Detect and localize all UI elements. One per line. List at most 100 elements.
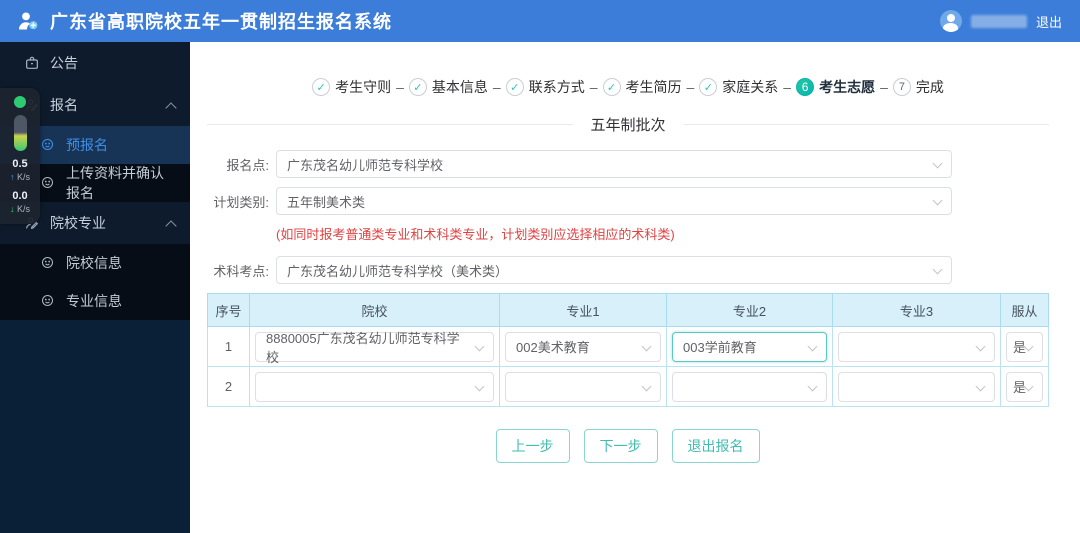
speed-gauge-icon	[13, 115, 27, 151]
network-monitor-overlay: 0.5 ↑ K/s 0.0 ↓ K/s	[0, 88, 40, 224]
chevron-down-icon	[476, 387, 484, 395]
chevron-down-icon	[476, 347, 484, 355]
plan-category-note: (如同时报考普通类专业和术科类专业，计划类别应选择相应的术科类)	[276, 227, 675, 242]
sidebar-item-label: 报名	[50, 97, 78, 113]
col-header-major3: 专业3	[832, 293, 1001, 327]
row-index: 1	[207, 326, 250, 367]
col-header-college: 院校	[249, 293, 500, 327]
college-select-row2[interactable]	[255, 371, 494, 402]
up-arrow-icon: ↑	[9, 171, 15, 182]
form-row-registration-point: 报名点: 广东茂名幼儿师范专科学校	[207, 150, 1049, 178]
check-icon: ✓	[408, 78, 427, 96]
chevron-down-icon	[809, 387, 817, 395]
step-number: 6	[796, 78, 815, 96]
major2-select-row2[interactable]	[672, 371, 827, 402]
next-step-button[interactable]: 下一步	[583, 429, 658, 463]
chevron-down-icon	[934, 201, 942, 209]
field-label: 报名点:	[226, 157, 269, 173]
step-indicator: ✓ 考生守则 – ✓ 基本信息 – ✓ 联系方式 – ✓ 考生简历 – ✓ 家庭…	[207, 77, 1049, 97]
prev-step-button[interactable]: 上一步	[495, 429, 570, 463]
preference-table: 序号 院校 专业1 专业2 专业3 服从 1 8880005广东茂名幼儿师范专科…	[207, 293, 1049, 407]
chevron-down-icon	[977, 387, 985, 395]
step-contact: ✓ 联系方式	[505, 77, 585, 97]
form-row-art-exam-site: 术科考点: 广东茂名幼儿师范专科学校（美术类）	[207, 256, 1049, 284]
section-divider: 五年制批次	[207, 114, 1050, 135]
app-header: 广东省高职院校五年一贯制招生报名系统 退出	[0, 0, 1080, 42]
sidebar-item-college-info[interactable]: 院校信息	[0, 244, 190, 282]
college-majors-submenu: 院校信息 专业信息	[0, 244, 190, 320]
step-basic-info: ✓ 基本信息	[408, 77, 488, 97]
college-select-row1[interactable]: 8880005广东茂名幼儿师范专科学校	[255, 331, 494, 365]
chevron-down-icon	[643, 387, 651, 395]
sidebar-item-label: 院校专业	[50, 215, 106, 231]
select-value: 五年制美术类	[287, 194, 366, 210]
sidebar-item-announcements[interactable]: 公告	[0, 42, 190, 84]
step-resume: ✓ 考生简历	[602, 77, 682, 97]
chevron-down-icon	[643, 347, 651, 355]
sidebar-item-major-info[interactable]: 专业信息	[0, 282, 190, 320]
chevron-up-icon	[167, 219, 176, 228]
major2-select-row1[interactable]: 003学前教育	[672, 331, 827, 362]
col-header-major2: 专业2	[666, 293, 833, 327]
check-icon: ✓	[699, 78, 718, 96]
sidebar-item-label: 专业信息	[66, 293, 122, 309]
face-icon	[40, 255, 56, 271]
step-number: 7	[892, 78, 911, 96]
select-value: 003学前教育	[683, 340, 757, 355]
user-name-redacted	[970, 14, 1027, 28]
sidebar-item-label: 预报名	[66, 137, 108, 153]
sidebar-item-label: 公告	[50, 55, 78, 71]
col-header-index: 序号	[207, 293, 250, 327]
obey-select-row1[interactable]: 是	[1006, 331, 1043, 362]
obey-select-row2[interactable]: 是	[1006, 371, 1043, 402]
sidebar-item-label: 上传资料并确认报名	[66, 165, 164, 201]
check-icon: ✓	[505, 78, 524, 96]
check-icon: ✓	[602, 78, 621, 96]
main-content: ✓ 考生守则 – ✓ 基本信息 – ✓ 联系方式 – ✓ 考生简历 – ✓ 家庭…	[190, 42, 1080, 533]
logout-button[interactable]: 退出	[1036, 12, 1062, 31]
face-icon	[40, 293, 56, 309]
action-buttons: 上一步 下一步 退出报名	[207, 429, 1048, 463]
chevron-down-icon	[809, 347, 817, 355]
chevron-down-icon	[934, 270, 942, 278]
major3-select-row1[interactable]	[838, 331, 995, 362]
select-value: 8880005广东茂名幼儿师范专科学校	[266, 330, 460, 365]
page-title: 广东省高职院校五年一贯制招生报名系统	[50, 12, 392, 32]
select-value: 002美术教育	[516, 340, 590, 355]
face-icon	[40, 137, 56, 153]
face-icon	[40, 175, 56, 191]
chevron-down-icon	[977, 347, 985, 355]
major1-select-row1[interactable]: 002美术教育	[505, 331, 661, 362]
exit-registration-button[interactable]: 退出报名	[671, 429, 760, 463]
chevron-down-icon	[1025, 387, 1033, 395]
step-finish: 7 完成	[892, 77, 944, 97]
user-plus-logo-icon	[16, 9, 40, 33]
major1-select-row2[interactable]	[505, 371, 661, 402]
section-title: 五年制批次	[590, 117, 666, 134]
clipboard-icon	[24, 55, 40, 71]
table-header-row: 序号 院校 专业1 专业2 专业3 服从	[207, 293, 1049, 327]
chevron-up-icon	[167, 101, 176, 110]
art-exam-site-select[interactable]: 广东茂名幼儿师范专科学校（美术类）	[276, 256, 952, 284]
select-value: 广东茂名幼儿师范专科学校（美术类）	[287, 263, 509, 279]
select-value: 广东茂名幼儿师范专科学校	[287, 157, 444, 173]
registration-point-select[interactable]: 广东茂名幼儿师范专科学校	[276, 150, 952, 178]
user-avatar[interactable]	[939, 10, 962, 32]
step-candidate-rules: ✓ 考生守则	[312, 77, 391, 97]
download-speed: 0.0 ↓ K/s	[9, 190, 31, 214]
field-label: 计划类别:	[213, 194, 269, 210]
col-header-obey: 服从	[1000, 293, 1049, 327]
col-header-major1: 专业1	[499, 293, 667, 327]
table-row: 1 8880005广东茂名幼儿师范专科学校 002美术教育 003学前教育 是	[207, 326, 1049, 367]
chevron-down-icon	[1025, 347, 1033, 355]
upload-speed: 0.5 ↑ K/s	[9, 158, 31, 182]
step-preferences-current: 6 考生志愿	[796, 77, 875, 97]
down-arrow-icon: ↓	[9, 203, 15, 214]
row-index: 2	[207, 366, 250, 407]
field-label: 术科考点:	[213, 263, 269, 279]
chevron-down-icon	[934, 164, 942, 172]
form-row-plan-category: 计划类别: 五年制美术类	[207, 187, 1049, 215]
step-family: ✓ 家庭关系	[699, 77, 778, 97]
plan-category-select[interactable]: 五年制美术类	[276, 187, 952, 215]
major3-select-row2[interactable]	[838, 371, 995, 402]
